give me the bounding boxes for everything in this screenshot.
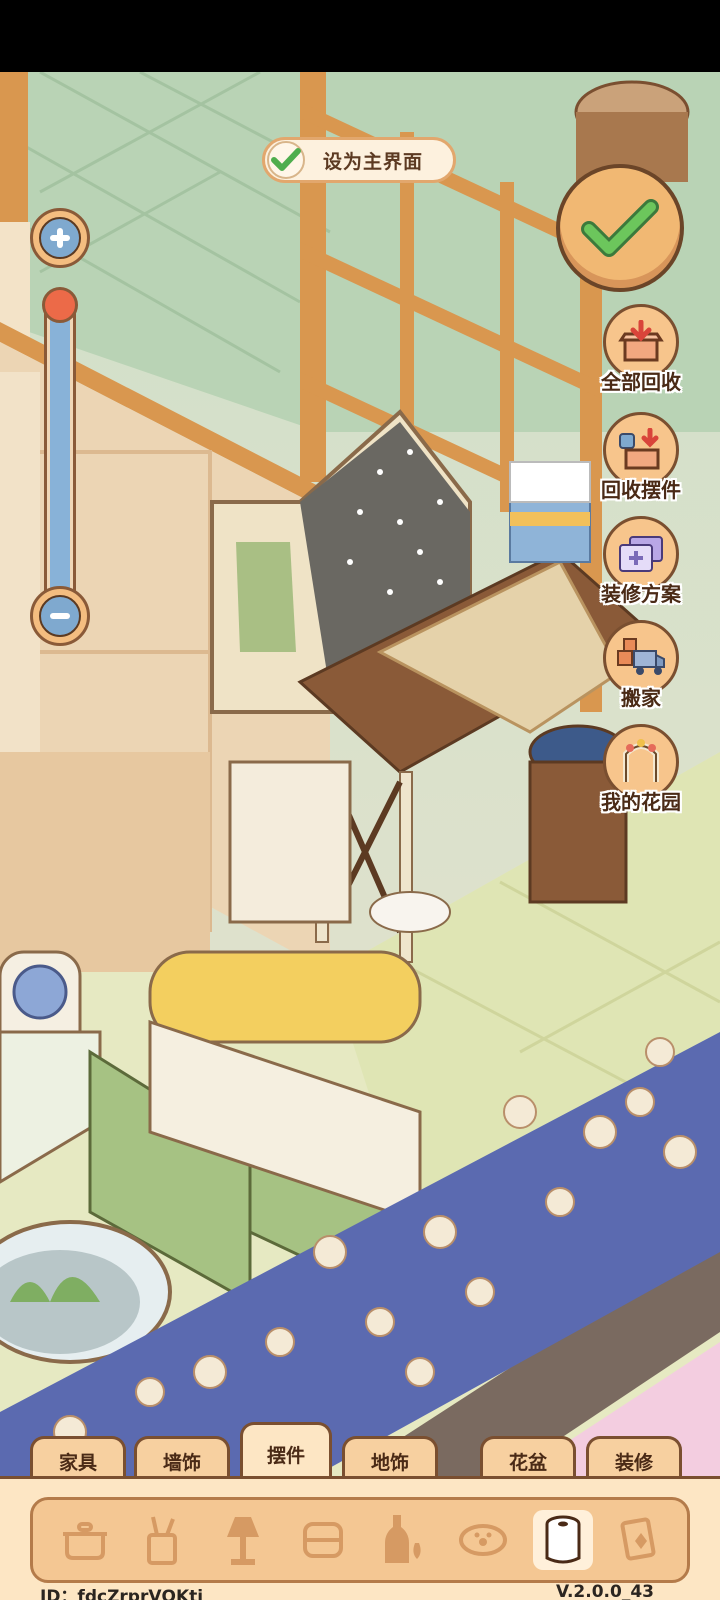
recycle-all-label: 全部回收: [601, 370, 681, 394]
recycle-ornaments-button[interactable]: 回收摆件: [592, 412, 690, 503]
pet-bowl-icon[interactable]: [453, 1510, 513, 1570]
zoom-out-button[interactable]: [30, 586, 90, 646]
cushion-icon[interactable]: [293, 1510, 353, 1570]
version-label: V.2.0.0_43: [556, 1582, 654, 1600]
zoom-slider-handle[interactable]: [42, 287, 78, 323]
game-viewport: 设为主界面 全部回收 回收摆件 装修方案 搬家 我的花园 家具 墙饰 摆件 地饰…: [0, 72, 720, 1600]
decoration-plan-button[interactable]: 装修方案: [592, 516, 690, 607]
my-garden-button[interactable]: 我的花园: [592, 724, 690, 815]
subcategory-bar: [30, 1497, 690, 1583]
zoom-in-button[interactable]: [30, 208, 90, 268]
set-as-main-label: 设为主界面: [323, 150, 424, 173]
player-id: ID：fdcZrprVQKtj: [40, 1587, 204, 1600]
bottle-icon[interactable]: [373, 1510, 433, 1570]
room-scene: [0, 72, 720, 1600]
confirm-button[interactable]: [556, 164, 684, 292]
minus-icon: [39, 595, 81, 637]
paper-roll-icon[interactable]: [533, 1510, 593, 1570]
lamp-icon[interactable]: [213, 1510, 273, 1570]
checkmark-icon: [581, 199, 659, 257]
category-tabs: 家具 墙饰 摆件 地饰 花盆 装修: [0, 1422, 720, 1484]
move-house-label: 搬家: [621, 686, 661, 710]
tab-ornaments[interactable]: 摆件: [240, 1422, 332, 1484]
pot-icon[interactable]: [55, 1510, 115, 1570]
move-house-button[interactable]: 搬家: [592, 620, 690, 711]
recycle-ornaments-label: 回收摆件: [601, 478, 681, 502]
checkmark-icon: [267, 141, 305, 179]
decoration-plan-label: 装修方案: [601, 582, 681, 606]
recycle-all-button[interactable]: 全部回收: [592, 304, 690, 395]
tools-cup-icon[interactable]: [133, 1510, 193, 1570]
my-garden-label: 我的花园: [601, 790, 681, 814]
set-as-main-toggle[interactable]: 设为主界面: [262, 137, 456, 183]
cards-icon[interactable]: [611, 1510, 671, 1570]
plus-icon: [39, 217, 81, 259]
